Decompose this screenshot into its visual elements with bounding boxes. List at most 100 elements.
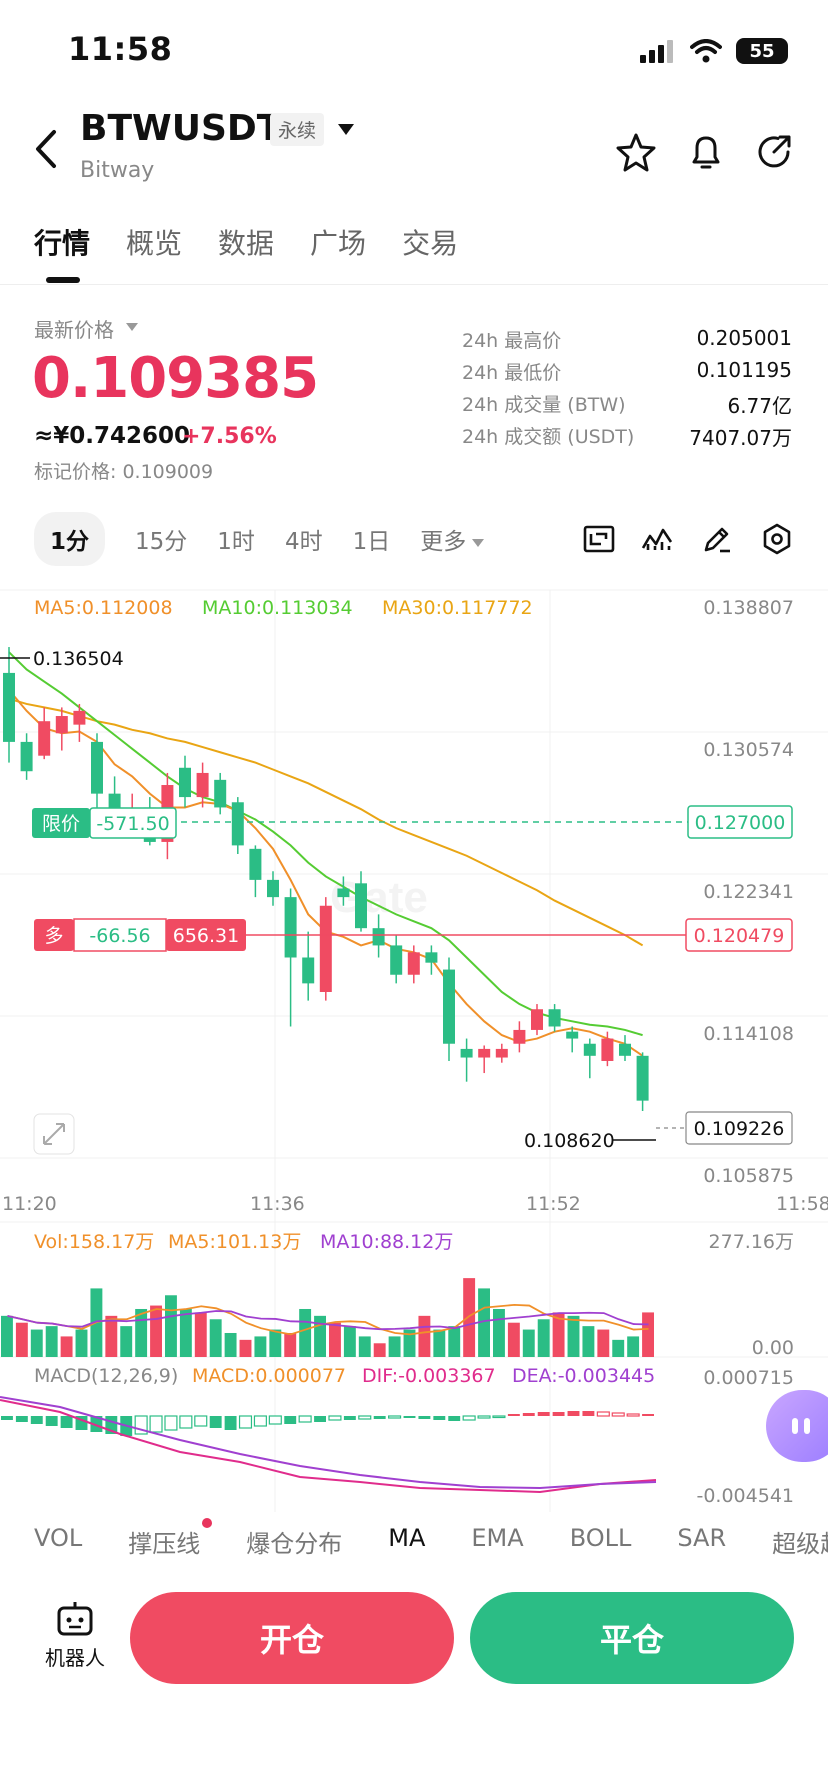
macd-bar <box>284 1416 297 1424</box>
draw-tool-icon[interactable] <box>700 522 734 556</box>
interval-1m[interactable]: 1分 <box>34 512 106 566</box>
kline-chart[interactable]: Gate MA5:0.112008 MA10:0.113034 MA30:0.1… <box>0 582 828 1512</box>
x-tick: 11:58 <box>776 1193 828 1215</box>
volume-bar <box>299 1308 312 1357</box>
tab-overview[interactable]: 概览 <box>126 222 182 262</box>
macd-bar <box>15 1416 28 1422</box>
candle-body <box>319 905 332 992</box>
assistant-bubble[interactable] <box>766 1390 828 1462</box>
volume-bar <box>582 1326 595 1357</box>
macd-bar <box>164 1415 178 1431</box>
macd-histogram <box>1 1411 654 1436</box>
volume-bar <box>388 1336 401 1357</box>
macd-bar <box>209 1416 222 1428</box>
candle-body <box>601 1038 614 1061</box>
position-pnl: -66.56 <box>89 925 150 947</box>
fullscreen-chart-icon[interactable] <box>582 522 616 556</box>
volume-bar <box>343 1326 356 1357</box>
candle-body <box>407 952 420 975</box>
interval-1d[interactable]: 1日 <box>353 522 391 556</box>
vol-y-max: 277.16万 <box>709 1231 794 1253</box>
indicator-tab-sar[interactable]: SAR <box>677 1524 726 1559</box>
macd-legend: MACD:0.000077 <box>192 1365 346 1387</box>
back-arrow-icon[interactable] <box>30 126 66 172</box>
indicator-tab-liquidation[interactable]: 爆仓分布 <box>246 1524 342 1559</box>
macd-bar <box>552 1412 565 1416</box>
macd-bar <box>179 1415 193 1429</box>
macd-bar <box>611 1412 625 1417</box>
chart-settings-icon[interactable] <box>760 522 794 556</box>
open-position-button[interactable]: 开仓 <box>130 1592 454 1684</box>
interval-bar: 1分 15分 1时 4时 1日 更多 <box>34 512 514 566</box>
new-dot-badge <box>202 1518 213 1528</box>
candle-body <box>355 883 367 929</box>
indicator-tab-support[interactable]: 撑压线 <box>128 1518 213 1559</box>
robot-button[interactable]: 机器人 <box>40 1600 110 1671</box>
volume-bar <box>105 1315 118 1357</box>
symbol-title[interactable]: BTWUSDT <box>80 108 281 149</box>
y-tick: 0.138807 <box>703 597 794 619</box>
close-position-button[interactable]: 平仓 <box>470 1592 794 1684</box>
expand-icon[interactable] <box>33 1113 75 1155</box>
status-time: 11:58 <box>68 30 173 68</box>
volume-bar <box>150 1305 162 1357</box>
tab-square[interactable]: 广场 <box>310 222 366 262</box>
volume-bar <box>522 1329 535 1357</box>
tab-market[interactable]: 行情 <box>34 222 90 262</box>
latest-price-label[interactable]: 最新价格 <box>34 314 114 343</box>
indicator-tab-boll[interactable]: BOLL <box>570 1524 632 1559</box>
current-price-tag: 0.109226 <box>694 1118 785 1140</box>
indicator-icon[interactable] <box>640 522 674 556</box>
macd-bar <box>626 1413 640 1417</box>
macd-bar <box>224 1416 237 1430</box>
assistant-icon <box>792 1418 810 1434</box>
interval-4h[interactable]: 4时 <box>285 522 323 556</box>
candle-body <box>91 741 103 794</box>
tab-trade[interactable]: 交易 <box>402 222 458 262</box>
macd-bar <box>30 1416 43 1424</box>
wifi-icon <box>690 39 722 63</box>
volume-bar <box>1 1315 13 1357</box>
last-price: 0.109385 <box>32 346 319 411</box>
candle-body <box>619 1043 631 1056</box>
candle-body <box>302 957 315 984</box>
candle-body <box>55 716 68 734</box>
volume-bar <box>493 1308 505 1357</box>
macd-bar <box>567 1411 580 1416</box>
macd-bar <box>537 1412 550 1416</box>
volume-bar <box>120 1326 133 1357</box>
share-icon[interactable] <box>754 132 794 172</box>
position-tag[interactable]: 多 -66.56 656.31 <box>34 918 246 952</box>
limit-order-tag[interactable]: 限价 -571.50 <box>32 807 177 839</box>
star-icon[interactable] <box>616 132 656 172</box>
macd-bar <box>522 1413 535 1416</box>
macd-y-min: -0.004541 <box>696 1485 794 1507</box>
price-type-dropdown-icon[interactable] <box>126 323 138 331</box>
macd-bar <box>642 1414 654 1416</box>
volume-bar <box>537 1319 550 1357</box>
macd-bar <box>418 1416 431 1419</box>
macd-bar <box>403 1416 416 1418</box>
candle-body <box>390 945 403 975</box>
interval-1h[interactable]: 1时 <box>217 522 255 556</box>
indicator-tab-ema[interactable]: EMA <box>471 1524 523 1559</box>
indicator-tab-vol[interactable]: VOL <box>34 1524 82 1559</box>
vol-ma10-line <box>7 1310 649 1331</box>
y-tick: 0.105875 <box>703 1165 794 1187</box>
interval-15m[interactable]: 15分 <box>135 522 187 556</box>
indicator-tab-supertrend[interactable]: 超级趋 <box>772 1524 828 1559</box>
tab-data[interactable]: 数据 <box>218 222 274 262</box>
indicator-tab-ma[interactable]: MA <box>388 1524 425 1559</box>
interval-more[interactable]: 更多 <box>420 522 485 556</box>
indicator-tabs: VOL 撑压线 爆仓分布 MA EMA BOLL SAR 超级趋 <box>34 1518 828 1559</box>
macd-bar <box>448 1416 461 1421</box>
symbol-dropdown-icon[interactable] <box>338 124 354 135</box>
volume-bar <box>329 1322 341 1357</box>
position-side: 多 <box>44 925 63 947</box>
volume-bar <box>284 1332 297 1357</box>
y-tick: 0.122341 <box>703 881 794 903</box>
bell-icon[interactable] <box>686 132 726 172</box>
stat-high-label: 24h 最高价 <box>462 330 562 352</box>
macd-name: MACD(12,26,9) <box>34 1365 178 1387</box>
x-tick: 11:20 <box>2 1193 57 1215</box>
